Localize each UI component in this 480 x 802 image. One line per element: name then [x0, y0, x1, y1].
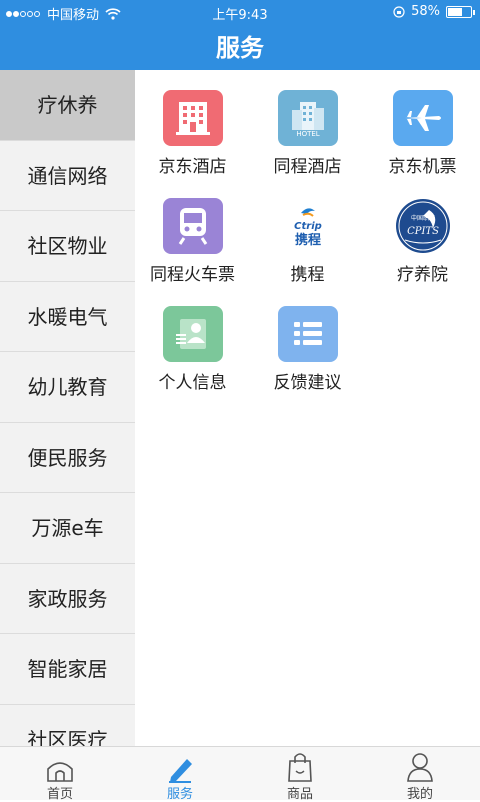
tab-services[interactable]: 服务	[120, 747, 240, 802]
battery-percent: 58%	[411, 4, 440, 19]
service-label: 个人信息	[158, 373, 227, 393]
service-jd-hotel[interactable]: 京东酒店	[135, 70, 250, 178]
battery-icon	[446, 5, 475, 18]
sidebar-item-network[interactable]: 通信网络	[0, 141, 135, 211]
bottom-tab-bar: 首页 服务 商品 我的	[0, 746, 480, 802]
top-bar: 中国移动 上午9:43 58% 服务	[0, 0, 480, 70]
cpits-logo-sub: 中国职工	[410, 214, 434, 222]
home-icon	[47, 762, 73, 782]
service-label: 同程火车票	[150, 265, 235, 285]
service-ly-hotel[interactable]: HOTEL 同程酒店	[250, 70, 365, 178]
tab-label: 服务	[166, 787, 193, 802]
page-title: 服务	[216, 34, 264, 62]
sidebar-item-convenience[interactable]: 便民服务	[0, 423, 135, 493]
tab-label: 首页	[46, 787, 73, 802]
sidebar-item-utilities[interactable]: 水暖电气	[0, 282, 135, 352]
sidebar-item-housekeeping[interactable]: 家政服务	[0, 564, 135, 634]
tab-home[interactable]: 首页	[0, 747, 120, 802]
feedback-list-icon	[277, 306, 338, 362]
tab-mine[interactable]: 我的	[360, 747, 480, 802]
tab-label: 我的	[406, 787, 433, 802]
cpits-logo-icon: 中国职工 CPITS	[393, 198, 453, 254]
hotel-building-icon	[162, 90, 223, 146]
service-feedback[interactable]: 反馈建议	[250, 286, 365, 394]
sidebar-item-education[interactable]: 幼儿教育	[0, 352, 135, 423]
sidebar-item-smarthome[interactable]: 智能家居	[0, 634, 135, 705]
cpits-logo-text: CPITS	[407, 226, 439, 237]
service-label: 携程	[290, 265, 325, 285]
airplane-icon	[392, 90, 453, 146]
tab-label: 商品	[286, 787, 313, 802]
svg-text:HOTEL: HOTEL	[296, 130, 319, 138]
service-label: 京东酒店	[158, 157, 227, 177]
ctrip-logo-sub: 携程	[294, 232, 320, 248]
pencil-icon	[169, 759, 192, 783]
category-sidebar: 疗休养 通信网络 社区物业 水暖电气 幼儿教育 便民服务 万源e车 家政服务 智…	[0, 70, 135, 746]
service-ly-train[interactable]: 同程火车票	[135, 178, 250, 286]
service-label: 京东机票	[388, 157, 457, 177]
user-icon	[407, 753, 433, 782]
ctrip-logo-text: Ctrip	[294, 221, 322, 232]
shopping-bag-icon	[288, 753, 312, 782]
train-icon	[162, 198, 223, 254]
service-label: 同程酒店	[273, 157, 342, 177]
tab-products[interactable]: 商品	[240, 747, 360, 802]
ctrip-logo-icon: Ctrip 携程	[277, 198, 338, 254]
hotel-icon: HOTEL	[277, 90, 338, 146]
sidebar-item-healing[interactable]: 疗休养	[0, 70, 135, 141]
service-ctrip[interactable]: Ctrip 携程 携程	[250, 178, 365, 286]
sidebar-item-medical[interactable]: 社区医疗	[0, 705, 135, 747]
personal-info-icon	[162, 306, 223, 362]
service-label: 反馈建议	[273, 373, 342, 393]
status-bar: 中国移动 上午9:43 58%	[0, 0, 480, 24]
service-jd-flight[interactable]: 京东机票	[365, 70, 480, 178]
orientation-lock-icon	[393, 5, 405, 18]
sidebar-item-property[interactable]: 社区物业	[0, 211, 135, 282]
service-personal-info[interactable]: 个人信息	[135, 286, 250, 394]
sidebar-item-ecar[interactable]: 万源e车	[0, 493, 135, 564]
service-sanatorium[interactable]: 中国职工 CPITS 疗养院	[365, 178, 480, 286]
service-label: 疗养院	[397, 265, 448, 285]
